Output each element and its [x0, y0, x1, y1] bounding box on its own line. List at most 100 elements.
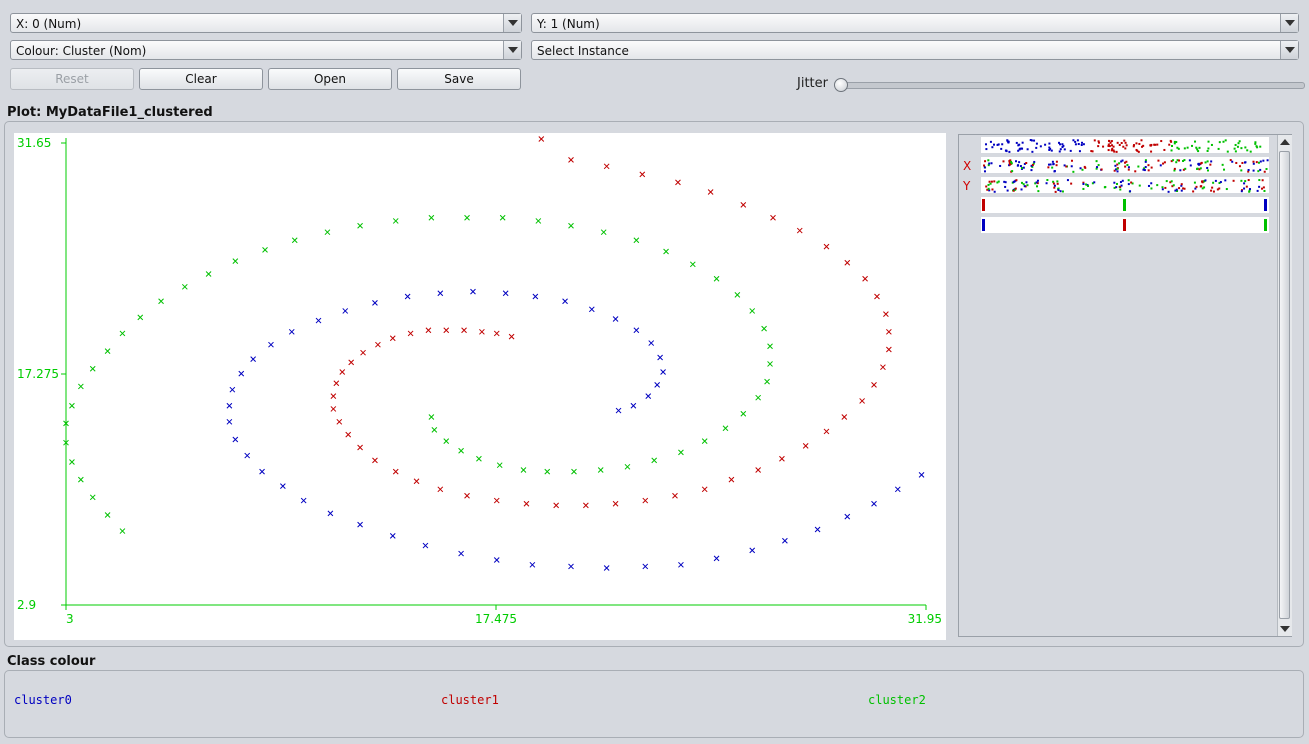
- data-point-cluster1: [336, 418, 343, 425]
- data-point-cluster0: [918, 471, 925, 478]
- matrix-point: [1160, 140, 1163, 143]
- data-point-cluster1: [508, 333, 515, 340]
- matrix-point: [1113, 160, 1116, 163]
- matrix-point: [1123, 219, 1126, 221]
- data-point-cluster2: [499, 214, 506, 221]
- data-point-cluster2: [689, 261, 696, 268]
- matrix-point: [1262, 159, 1265, 162]
- matrix-point: [1179, 169, 1182, 172]
- matrix-point: [1000, 147, 1003, 150]
- chevron-down-icon[interactable]: [1280, 14, 1298, 32]
- data-point-cluster1: [372, 457, 378, 464]
- data-point-cluster0: [660, 369, 666, 375]
- matrix-point: [1252, 162, 1255, 165]
- matrix-point: [1045, 182, 1048, 185]
- matrix-point: [1107, 143, 1110, 146]
- matrix-point: [1080, 144, 1083, 147]
- matrix-point: [1240, 169, 1243, 172]
- matrix-point: [1195, 185, 1198, 188]
- matrix-strip-1: [981, 157, 1269, 173]
- matrix-point: [1072, 139, 1075, 142]
- matrix-scrollbar[interactable]: [1277, 135, 1292, 636]
- x-axis-select[interactable]: X: 0 (Num): [10, 13, 522, 33]
- matrix-point: [1109, 141, 1112, 144]
- matrix-point: [1127, 168, 1130, 171]
- data-point-cluster0: [713, 555, 720, 562]
- matrix-point: [1175, 188, 1178, 191]
- jitter-slider-track[interactable]: [836, 82, 1305, 89]
- matrix-point: [1033, 139, 1036, 142]
- data-point-cluster1: [859, 398, 865, 404]
- data-point-cluster1: [841, 414, 848, 420]
- matrix-point: [1175, 141, 1178, 144]
- save-button[interactable]: Save: [397, 68, 521, 90]
- chevron-down-icon[interactable]: [1280, 41, 1298, 59]
- matrix-point: [1039, 145, 1042, 148]
- y-axis-select[interactable]: Y: 1 (Num): [531, 13, 1299, 33]
- instance-select[interactable]: Select Instance: [531, 40, 1299, 60]
- matrix-point: [1243, 182, 1246, 185]
- matrix-point: [1183, 187, 1186, 190]
- y-marker: Y: [963, 179, 971, 193]
- matrix-point: [1200, 185, 1203, 188]
- matrix-point: [1093, 181, 1096, 184]
- scatter-plot[interactable]: 3 17.475 31.95 2.9 17.275 31.65: [14, 133, 946, 640]
- data-point-cluster1: [874, 293, 880, 300]
- data-point-cluster1: [461, 327, 467, 334]
- matrix-point: [1170, 149, 1173, 152]
- data-point-cluster0: [232, 436, 239, 443]
- open-button[interactable]: Open: [268, 68, 392, 90]
- attribute-matrix-panel[interactable]: [958, 134, 1292, 637]
- legend-item-cluster2[interactable]: cluster2: [868, 693, 926, 707]
- matrix-point: [1065, 165, 1068, 168]
- matrix-point: [990, 180, 993, 183]
- data-point-cluster2: [119, 528, 126, 534]
- data-point-cluster2: [764, 378, 770, 385]
- legend-item-cluster1[interactable]: cluster1: [441, 693, 499, 707]
- matrix-point: [1061, 190, 1064, 193]
- data-point-cluster1: [728, 476, 735, 483]
- legend-item-cluster0[interactable]: cluster0: [14, 693, 72, 707]
- data-point-cluster0: [226, 418, 233, 425]
- matrix-point: [1026, 148, 1029, 151]
- matrix-point: [1150, 150, 1153, 153]
- matrix-point: [1017, 149, 1020, 152]
- matrix-point: [1119, 188, 1122, 191]
- matrix-point: [1244, 161, 1247, 164]
- data-point-cluster1: [740, 202, 747, 208]
- matrix-point: [993, 190, 996, 193]
- matrix-point: [1170, 140, 1173, 143]
- matrix-point: [1234, 150, 1237, 153]
- matrix-point: [1095, 160, 1098, 163]
- matrix-point: [989, 182, 992, 185]
- scroll-up-icon[interactable]: [1280, 139, 1290, 145]
- jitter-slider-thumb[interactable]: [834, 78, 848, 92]
- matrix-point: [1232, 179, 1235, 182]
- data-point-cluster0: [372, 300, 378, 306]
- matrix-point: [982, 207, 985, 209]
- data-point-cluster1: [568, 157, 574, 163]
- data-point-cluster2: [734, 292, 741, 298]
- matrix-point: [1053, 184, 1056, 187]
- data-point-cluster1: [844, 259, 851, 266]
- matrix-point: [1025, 181, 1028, 184]
- data-point-cluster0: [238, 370, 245, 377]
- matrix-point: [1116, 167, 1119, 170]
- matrix-point: [1197, 150, 1200, 153]
- matrix-point: [1264, 223, 1267, 225]
- matrix-point: [1240, 147, 1243, 150]
- reset-button[interactable]: Reset: [10, 68, 134, 90]
- matrix-point: [1172, 159, 1175, 162]
- data-point-cluster0: [657, 354, 663, 361]
- scrollbar-thumb[interactable]: [1279, 151, 1290, 619]
- data-point-cluster1: [360, 349, 366, 356]
- data-point-cluster2: [428, 414, 435, 420]
- data-point-cluster0: [871, 500, 877, 507]
- data-point-cluster1: [672, 492, 678, 499]
- clear-button[interactable]: Clear: [139, 68, 263, 90]
- chevron-down-icon[interactable]: [503, 14, 521, 32]
- colour-select[interactable]: Colour: Cluster (Nom): [10, 40, 522, 60]
- matrix-point: [1015, 141, 1018, 144]
- scroll-down-icon[interactable]: [1280, 626, 1290, 632]
- chevron-down-icon[interactable]: [503, 41, 521, 59]
